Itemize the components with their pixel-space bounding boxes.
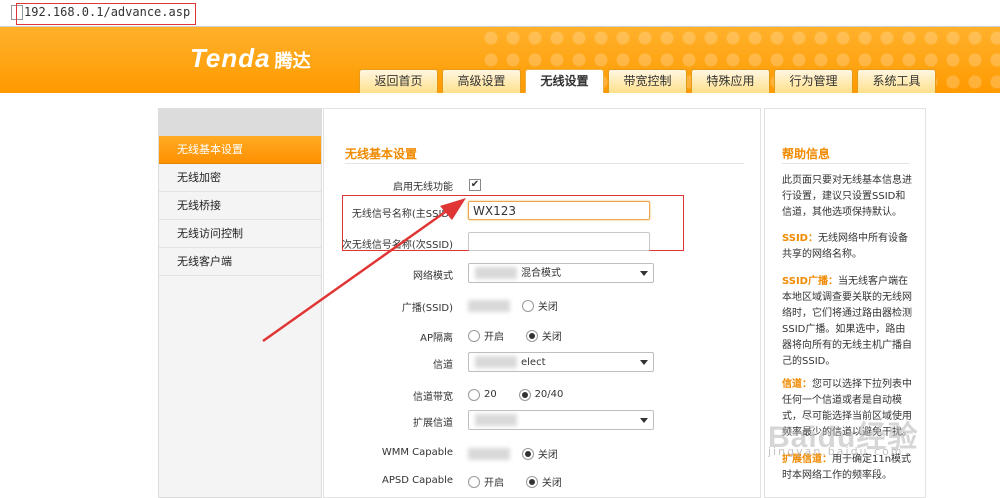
apsd-off-radio[interactable] <box>525 475 538 488</box>
wmm-label: WMM Capable <box>381 447 453 458</box>
ap-isolation-off-label: 关闭 <box>541 332 562 343</box>
enable-wireless-label: 启用无线功能 <box>393 182 453 193</box>
sidebar-header <box>159 109 321 136</box>
apsd-on-label: 开启 <box>484 478 504 489</box>
sidebar-item-wireless-security[interactable]: 无线加密 <box>159 164 321 192</box>
chevron-down-icon <box>640 418 648 423</box>
sidebar: 无线基本设置 无线加密 无线桥接 无线访问控制 无线客户端 <box>158 108 322 498</box>
bandwidth-2040-radio[interactable] <box>518 388 531 401</box>
row-ssid: 无线信号名称(主SSID) WX123 <box>324 200 760 224</box>
broadcast-off-label: 关闭 <box>537 302 558 313</box>
sidebar-item-wireless-basic[interactable]: 无线基本设置 <box>159 136 321 164</box>
tab-system-tools[interactable]: 系统工具 <box>857 69 936 93</box>
tab-behavior[interactable]: 行为管理 <box>774 69 853 93</box>
ap-isolation-on-label: 开启 <box>484 332 504 343</box>
channel-select[interactable]: elect <box>468 352 654 372</box>
ext-channel-label: 扩展信道 <box>413 418 453 429</box>
row-ap-isolation: AP隔离 开启 关闭 <box>324 324 760 348</box>
chevron-down-icon <box>640 271 648 276</box>
ssid-label: 无线信号名称(主SSID) <box>351 209 453 220</box>
apsd-off-label: 关闭 <box>541 478 562 489</box>
row-network-mode: 网络模式 混合模式 <box>324 262 760 286</box>
row-broadcast: 广播(SSID) 关闭 <box>324 294 760 318</box>
broadcast-label: 广播(SSID) <box>401 303 453 314</box>
row-ext-channel: 扩展信道 <box>324 409 760 433</box>
blurred-region <box>468 299 510 312</box>
ap-isolation-off-radio[interactable] <box>525 329 538 342</box>
help-channel-key: 信道： <box>782 379 812 390</box>
apsd-on-radio[interactable] <box>468 475 480 488</box>
annotation-box-url <box>16 3 196 25</box>
bandwidth-20-label: 20 <box>484 389 497 400</box>
help-title: 帮助信息 <box>782 147 831 161</box>
row-bandwidth: 信道带宽 20 20/40 <box>324 383 760 407</box>
main-tabs: 返回首页 高级设置 无线设置 带宽控制 特殊应用 行为管理 系统工具 <box>359 69 936 93</box>
channel-label: 信道 <box>433 360 453 371</box>
tab-bandwidth[interactable]: 带宽控制 <box>608 69 687 93</box>
sidebar-item-wireless-bridge[interactable]: 无线桥接 <box>159 192 321 220</box>
watermark-url: jingyan.baidu.com <box>768 445 904 458</box>
row-wmm: WMM Capable 关闭 <box>324 442 760 466</box>
help-ssid-key: SSID： <box>782 233 818 244</box>
network-mode-select[interactable]: 混合模式 <box>468 263 654 283</box>
page-title: 无线基本设置 <box>345 147 418 161</box>
sidebar-item-wireless-clients[interactable]: 无线客户端 <box>159 248 321 276</box>
help-ssid-broadcast: SSID广播：当无线客户端在本地区域调查要关联的无线网络时，它们将通过路由器检测… <box>782 274 912 370</box>
ssid-input[interactable]: WX123 <box>468 201 650 220</box>
ssid2-input[interactable] <box>468 232 650 251</box>
row-channel: 信道 elect <box>324 351 760 375</box>
channel-value: elect <box>521 357 546 368</box>
wmm-options: 关闭 <box>468 446 576 461</box>
wmm-off-radio[interactable] <box>521 447 534 460</box>
row-enable-wireless: 启用无线功能 ✔ <box>324 173 760 197</box>
address-bar[interactable]: 192.168.0.1/advance.asp <box>0 0 1000 27</box>
sidebar-item-access-control[interactable]: 无线访问控制 <box>159 220 321 248</box>
apsd-options: 开启 关闭 <box>468 474 580 489</box>
ap-isolation-label: AP隔离 <box>420 333 453 344</box>
enable-wireless-checkbox[interactable]: ✔ <box>469 179 481 191</box>
network-mode-value: 混合模式 <box>521 268 561 279</box>
title-divider <box>345 163 744 164</box>
broadcast-options: 关闭 <box>468 298 576 313</box>
bandwidth-options: 20 20/40 <box>468 387 581 401</box>
logo-text: Tenda <box>190 43 271 73</box>
apsd-label: APSD Capable <box>382 475 453 486</box>
bandwidth-20-radio[interactable] <box>468 388 480 401</box>
bandwidth-2040-label: 20/40 <box>534 389 564 400</box>
blurred-region <box>468 447 510 460</box>
ext-channel-select[interactable] <box>468 410 654 430</box>
help-broadcast-text: 当无线客户端在本地区域调查要关联的无线网络时，它们将通过路由器检测SSID广播。… <box>782 276 912 367</box>
help-broadcast-key: SSID广播： <box>782 276 838 287</box>
main-panel: 无线基本设置 启用无线功能 ✔ 无线信号名称(主SSID) WX123 次无线信… <box>323 108 761 498</box>
blurred-region <box>475 414 517 426</box>
row-apsd: APSD Capable 开启 关闭 <box>324 470 760 494</box>
tab-home[interactable]: 返回首页 <box>359 69 438 93</box>
help-intro: 此页面只要对无线基本信息进行设置，建议只设置SSID和信道，其他选项保持默认。 <box>782 175 912 218</box>
bandwidth-label: 信道带宽 <box>413 392 453 403</box>
tab-advanced[interactable]: 高级设置 <box>442 69 521 93</box>
wmm-off-label: 关闭 <box>537 450 558 461</box>
brand-logo: Tenda 腾达 <box>190 43 311 74</box>
help-ssid: SSID：无线网络中所有设备共享的网络名称。 <box>782 231 912 263</box>
blurred-region <box>475 267 517 279</box>
ssid2-label: 次无线信号名称(次SSID) <box>341 240 453 251</box>
broadcast-off-radio[interactable] <box>521 299 534 312</box>
logo-cn-text: 腾达 <box>274 51 311 71</box>
chevron-down-icon <box>640 360 648 365</box>
row-ssid2: 次无线信号名称(次SSID) <box>324 231 760 255</box>
ap-isolation-options: 开启 关闭 <box>468 328 580 343</box>
help-divider <box>782 163 910 164</box>
ap-isolation-on-radio[interactable] <box>468 329 480 342</box>
tab-wireless[interactable]: 无线设置 <box>525 69 604 93</box>
blurred-region <box>475 356 517 368</box>
tab-special-apps[interactable]: 特殊应用 <box>691 69 770 93</box>
network-mode-label: 网络模式 <box>413 271 453 282</box>
